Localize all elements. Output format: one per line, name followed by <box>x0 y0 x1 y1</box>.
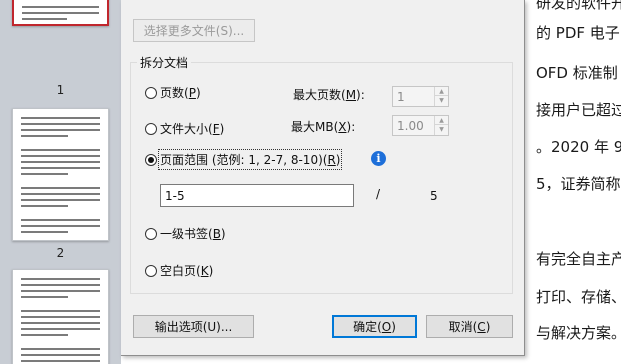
page-thumbnail-2[interactable] <box>12 108 109 241</box>
doc-line: 的 PDF 电子 <box>536 24 620 42</box>
group-title: 拆分文档 <box>137 54 192 71</box>
doc-line: 接用户已超过 <box>536 101 621 119</box>
total-pages-count: 5 <box>430 189 438 203</box>
select-more-files-button[interactable]: 选择更多文件(S)... <box>133 19 255 42</box>
doc-line: 有完全自主产 <box>536 250 621 268</box>
spin-up-icon[interactable]: ▲ <box>435 87 448 96</box>
doc-line: 。2020 年 9 <box>536 138 621 156</box>
output-options-button[interactable]: 输出选项(U)... <box>133 315 254 338</box>
range-separator: / <box>376 187 381 201</box>
radio-circle <box>145 122 157 135</box>
doc-line: 5，证券简称 <box>536 175 621 193</box>
max-mb-label: 最大MB(X): <box>291 120 356 134</box>
doc-line: 与解决方案。 <box>536 324 621 342</box>
max-pages-stepper[interactable]: 1 ▲ ▼ <box>392 86 449 107</box>
max-mb-stepper[interactable]: 1.00 ▲ ▼ <box>392 115 449 136</box>
page-thumbnail-3[interactable] <box>12 269 109 364</box>
radio-page-range[interactable]: 页面范围 (范例: 1, 2-7, 8-10)(R) <box>145 149 343 170</box>
doc-line: 研发的软件开发 <box>536 0 621 12</box>
spin-down-icon[interactable]: ▼ <box>435 96 448 105</box>
page-number-1: 1 <box>56 83 65 97</box>
radio-circle-selected <box>145 153 157 166</box>
ok-button[interactable]: 确定(O) <box>332 315 417 338</box>
spin-down-icon[interactable]: ▼ <box>435 125 448 134</box>
info-icon[interactable]: i <box>371 151 386 166</box>
radio-pages[interactable]: 页数(P) <box>145 84 201 101</box>
radio-label: 页数(P) <box>160 86 201 100</box>
max-pages-label: 最大页数(M): <box>293 88 365 102</box>
radio-blank-page[interactable]: 空白页(K) <box>145 262 213 279</box>
radio-circle <box>145 227 157 240</box>
max-mb-value: 1.00 <box>397 119 424 133</box>
page-thumbnail-1[interactable] <box>12 0 109 26</box>
cancel-button[interactable]: 取消(C) <box>426 315 513 338</box>
radio-label: 一级书签(B) <box>160 227 226 241</box>
radio-label: 空白页(K) <box>160 264 214 278</box>
page-range-input[interactable] <box>160 184 354 207</box>
thumbnail-pane: 1 2 <box>0 0 121 364</box>
radio-file-size[interactable]: 文件大小(F) <box>145 120 224 137</box>
doc-line: OFD 标准制 <box>536 64 618 82</box>
split-document-dialog: 选择更多文件(S)... 拆分文档 页数(P) 最大页数(M): 1 ▲ ▼ 文… <box>121 0 525 356</box>
page-number-2: 2 <box>56 246 65 260</box>
max-pages-value: 1 <box>397 90 405 104</box>
radio-circle <box>145 86 157 99</box>
doc-line: 打印、存储、 <box>536 288 621 306</box>
radio-label: 页面范围 (范例: 1, 2-7, 8-10)(R) <box>157 149 343 170</box>
radio-circle <box>145 264 157 277</box>
document-view: 研发的软件开发 的 PDF 电子 OFD 标准制 接用户已超过 。2020 年 … <box>512 0 621 364</box>
radio-label: 文件大小(F) <box>160 122 225 136</box>
radio-bookmark[interactable]: 一级书签(B) <box>145 225 226 242</box>
spin-up-icon[interactable]: ▲ <box>435 116 448 125</box>
